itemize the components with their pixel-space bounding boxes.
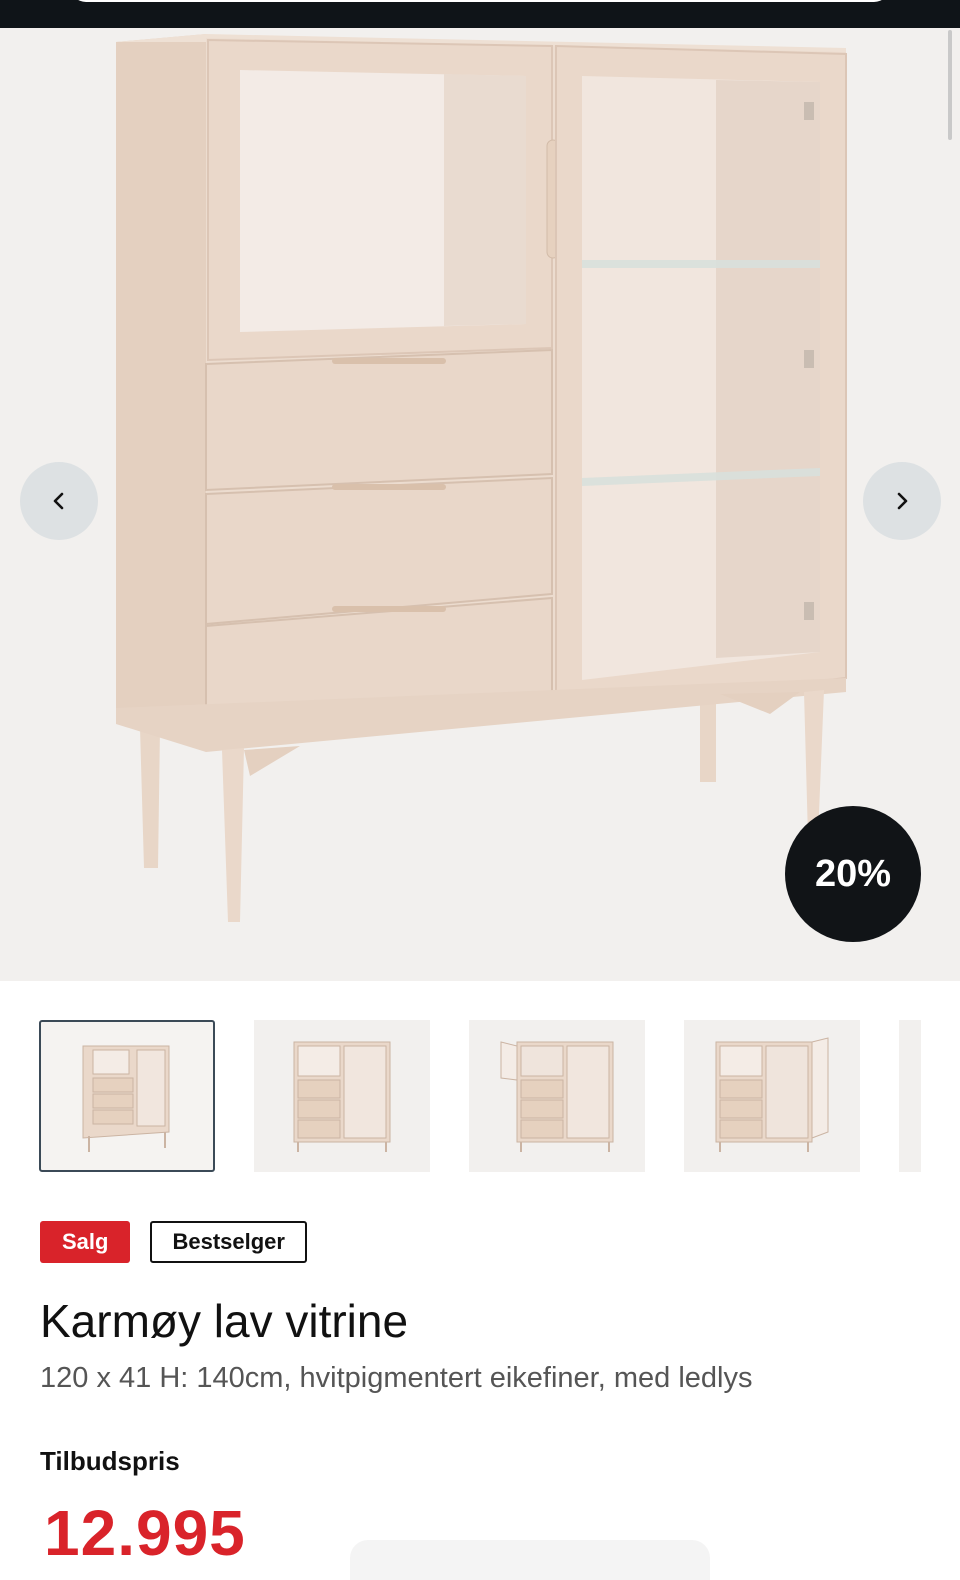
thumbnail-strip[interactable] [0,1020,960,1172]
bottom-sheet-handle[interactable] [350,1540,710,1580]
thumbnail-image [715,1037,829,1152]
product-description: 120 x 41 H: 140cm, hvitpigmentert eikefi… [40,1362,753,1394]
thumbnail-image [500,1041,614,1152]
scrollbar[interactable] [948,30,952,140]
product-badges: Salg Bestselger [40,1221,307,1263]
product-title: Karmøy lav vitrine [40,1295,409,1347]
sale-badge: Salg [40,1221,131,1263]
next-image-button[interactable] [863,462,941,540]
price-label: Tilbudspris [40,1446,180,1476]
product-image-gallery[interactable]: 20% [0,28,960,981]
thumbnail-image [293,1041,391,1152]
thumbnail-2[interactable] [254,1020,430,1172]
thumbnail-1[interactable] [39,1020,215,1172]
previous-image-button[interactable] [20,462,98,540]
product-price: 12.995 [44,1497,246,1569]
chevron-left-icon [53,492,64,510]
bestseller-badge: Bestselger [150,1221,307,1263]
discount-badge: 20% [785,806,921,942]
thumbnail-4[interactable] [684,1020,860,1172]
address-bar[interactable] [70,0,890,2]
thumbnail-image [82,1045,170,1152]
status-bar [0,0,960,28]
thumbnail-5[interactable] [899,1020,921,1172]
chevron-right-icon [897,492,908,510]
thumbnail-3[interactable] [469,1020,645,1172]
